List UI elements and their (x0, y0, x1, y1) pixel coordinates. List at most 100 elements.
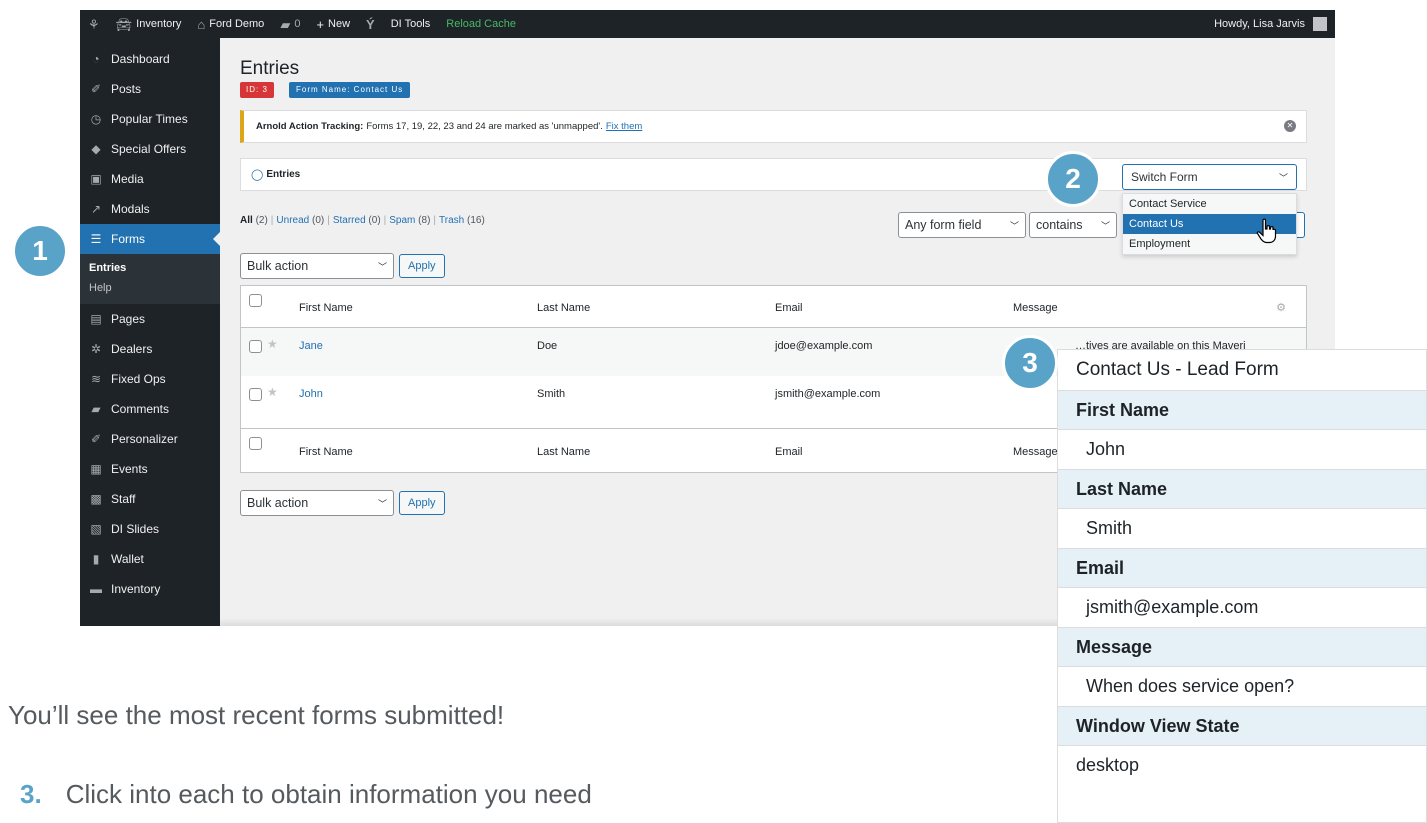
step-1-marker: 1 (12, 223, 68, 279)
bulk-action-select-top[interactable]: Bulk action ﹀ (240, 253, 394, 279)
sidebar-item-popular-times[interactable]: ◷ Popular Times (80, 104, 220, 134)
entry-detail-panel: Contact Us - Lead Form First Name John L… (1057, 349, 1427, 823)
sidebar-item-label: Posts (111, 82, 142, 96)
tag-icon: ◆ (91, 142, 101, 156)
forms-submenu: Entries Help (80, 254, 220, 304)
sidebar-item-pages[interactable]: ▤ Pages (80, 304, 220, 334)
instruction-step: 3. Click into each to obtain information … (20, 779, 592, 810)
chevron-down-icon: ﹀ (1100, 220, 1110, 231)
search-operator-value: contains (1036, 218, 1083, 232)
sidebar-item-dealers[interactable]: ✲ Dealers (80, 334, 220, 364)
admin-bar-label: Ford Demo (209, 18, 265, 30)
column-message[interactable]: Message (1013, 446, 1058, 458)
admin-bar-label: Inventory (136, 18, 182, 30)
dismiss-icon[interactable]: ✕ (1284, 120, 1296, 132)
column-email[interactable]: Email (775, 302, 803, 314)
sidebar-item-inventory[interactable]: ▬ Inventory (80, 574, 220, 604)
star-icon[interactable]: ★ (267, 385, 278, 399)
form-option-contact-service[interactable]: Contact Service (1123, 194, 1296, 214)
sidebar-item-media[interactable]: ▣ Media (80, 164, 220, 194)
table-header-row: First Name Last Name Email Message ⚙ (241, 286, 1306, 328)
filter-unread[interactable]: Unread (276, 215, 309, 226)
sidebar-item-forms[interactable]: ☰ Forms (80, 224, 220, 254)
admin-sidebar: ◔ Dashboard ✐ Posts ◷ Popular Times ◆ Specia… (80, 38, 220, 626)
bulk-action-select-bottom[interactable]: Bulk action ﹀ (240, 490, 394, 516)
admin-bar-comments[interactable]: ▰ 0 (272, 10, 308, 38)
sidebar-item-label: Modals (111, 202, 150, 216)
comment-count: 0 (294, 18, 301, 30)
column-message[interactable]: Message (1013, 302, 1058, 314)
fix-them-link[interactable]: Fix them (606, 121, 642, 132)
step-2-marker: 2 (1045, 151, 1101, 207)
admin-bar-inventory[interactable]: 🚘︎ Inventory (108, 10, 190, 38)
sidebar-item-di-slides[interactable]: ▧ DI Slides (80, 514, 220, 544)
column-last-name[interactable]: Last Name (537, 302, 590, 314)
field-label-message: Message (1058, 627, 1426, 666)
plus-icon: + (316, 16, 325, 32)
sidebar-item-events[interactable]: ▦ Events (80, 454, 220, 484)
sidebar-item-dashboard[interactable]: ◔ Dashboard (80, 44, 220, 74)
gear-icon[interactable]: ⚙ (1276, 301, 1286, 314)
clock-icon: ◷ (90, 112, 102, 126)
sidebar-item-personalizer[interactable]: ✐ Personalizer (80, 424, 220, 454)
column-email[interactable]: Email (775, 446, 803, 458)
submenu-item-help[interactable]: Help (80, 278, 220, 298)
sidebar-item-modals[interactable]: ↗ Modals (80, 194, 220, 224)
filter-starred[interactable]: Starred (333, 215, 366, 226)
search-field-value: Any form field (905, 218, 982, 232)
admin-bar-site[interactable]: ⌂ Ford Demo (189, 10, 272, 38)
page-title: Entries (240, 58, 300, 79)
field-value-email: jsmith@example.com (1058, 587, 1426, 627)
sidebar-item-label: Personalizer (111, 432, 178, 446)
select-all-checkbox[interactable] (249, 437, 262, 450)
cell-last-name: Doe (537, 340, 558, 352)
column-first-name[interactable]: First Name (299, 302, 353, 314)
admin-bar-account[interactable]: Howdy, Lisa Jarvis (1206, 10, 1335, 38)
admin-bar-new[interactable]: + New (308, 10, 358, 38)
admin-bar-label: DI Tools (390, 18, 431, 30)
row-checkbox[interactable] (249, 388, 262, 401)
wordpress-logo-button[interactable]: ⚘ (80, 10, 108, 38)
sidebar-item-comments[interactable]: ▰ Comments (80, 394, 220, 424)
page-icon: ▤ (90, 312, 102, 326)
filter-spam[interactable]: Spam (389, 215, 415, 226)
apply-button-top[interactable]: Apply (399, 254, 445, 278)
sidebar-item-label: Inventory (111, 582, 161, 596)
chevron-down-icon: ﹀ (1009, 220, 1019, 231)
select-all-checkbox[interactable] (249, 294, 262, 307)
filter-trash[interactable]: Trash (439, 215, 464, 226)
field-label-first-name: First Name (1058, 390, 1426, 429)
sidebar-item-special-offers[interactable]: ◆ Special Offers (80, 134, 220, 164)
switch-form-select[interactable]: Switch Form ﹀ (1122, 164, 1297, 190)
step-3-marker: 3 (1002, 335, 1058, 391)
instruction-number: 3. (20, 779, 42, 809)
field-value-window-view-state: desktop (1058, 745, 1426, 785)
switch-form-label: Switch Form (1131, 170, 1198, 184)
admin-bar-label: Reload Cache (446, 18, 516, 30)
chat-bubble-icon: ◯ (251, 169, 264, 181)
search-operator-select[interactable]: contains ﹀ (1029, 212, 1117, 238)
cell-first-name[interactable]: John (299, 388, 323, 400)
comment-icon: ▰ (280, 16, 291, 32)
row-checkbox[interactable] (249, 340, 262, 353)
slides-icon: ▧ (90, 522, 102, 536)
apply-button-bottom[interactable]: Apply (399, 491, 445, 515)
search-field-select[interactable]: Any form field ﹀ (898, 212, 1026, 238)
field-label-email: Email (1058, 548, 1426, 587)
star-icon[interactable]: ★ (267, 337, 278, 351)
admin-bar-di-tools[interactable]: DI Tools (383, 10, 439, 38)
column-last-name[interactable]: Last Name (537, 446, 590, 458)
sidebar-item-staff[interactable]: ▩ Staff (80, 484, 220, 514)
sidebar-item-fixed-ops[interactable]: ≋ Fixed Ops (80, 364, 220, 394)
form-id-badge: ID: 3 (240, 82, 274, 98)
field-label-last-name: Last Name (1058, 469, 1426, 508)
filter-all[interactable]: All (240, 215, 253, 226)
admin-bar-yoast[interactable]: Ý (358, 10, 383, 38)
admin-bar-reload-cache[interactable]: Reload Cache (438, 10, 524, 38)
column-first-name[interactable]: First Name (299, 446, 353, 458)
dashboard-icon: ◔ (92, 52, 100, 66)
sidebar-item-wallet[interactable]: ▮ Wallet (80, 544, 220, 574)
submenu-item-entries[interactable]: Entries (80, 258, 220, 278)
sidebar-item-posts[interactable]: ✐ Posts (80, 74, 220, 104)
cell-first-name[interactable]: Jane (299, 340, 323, 352)
